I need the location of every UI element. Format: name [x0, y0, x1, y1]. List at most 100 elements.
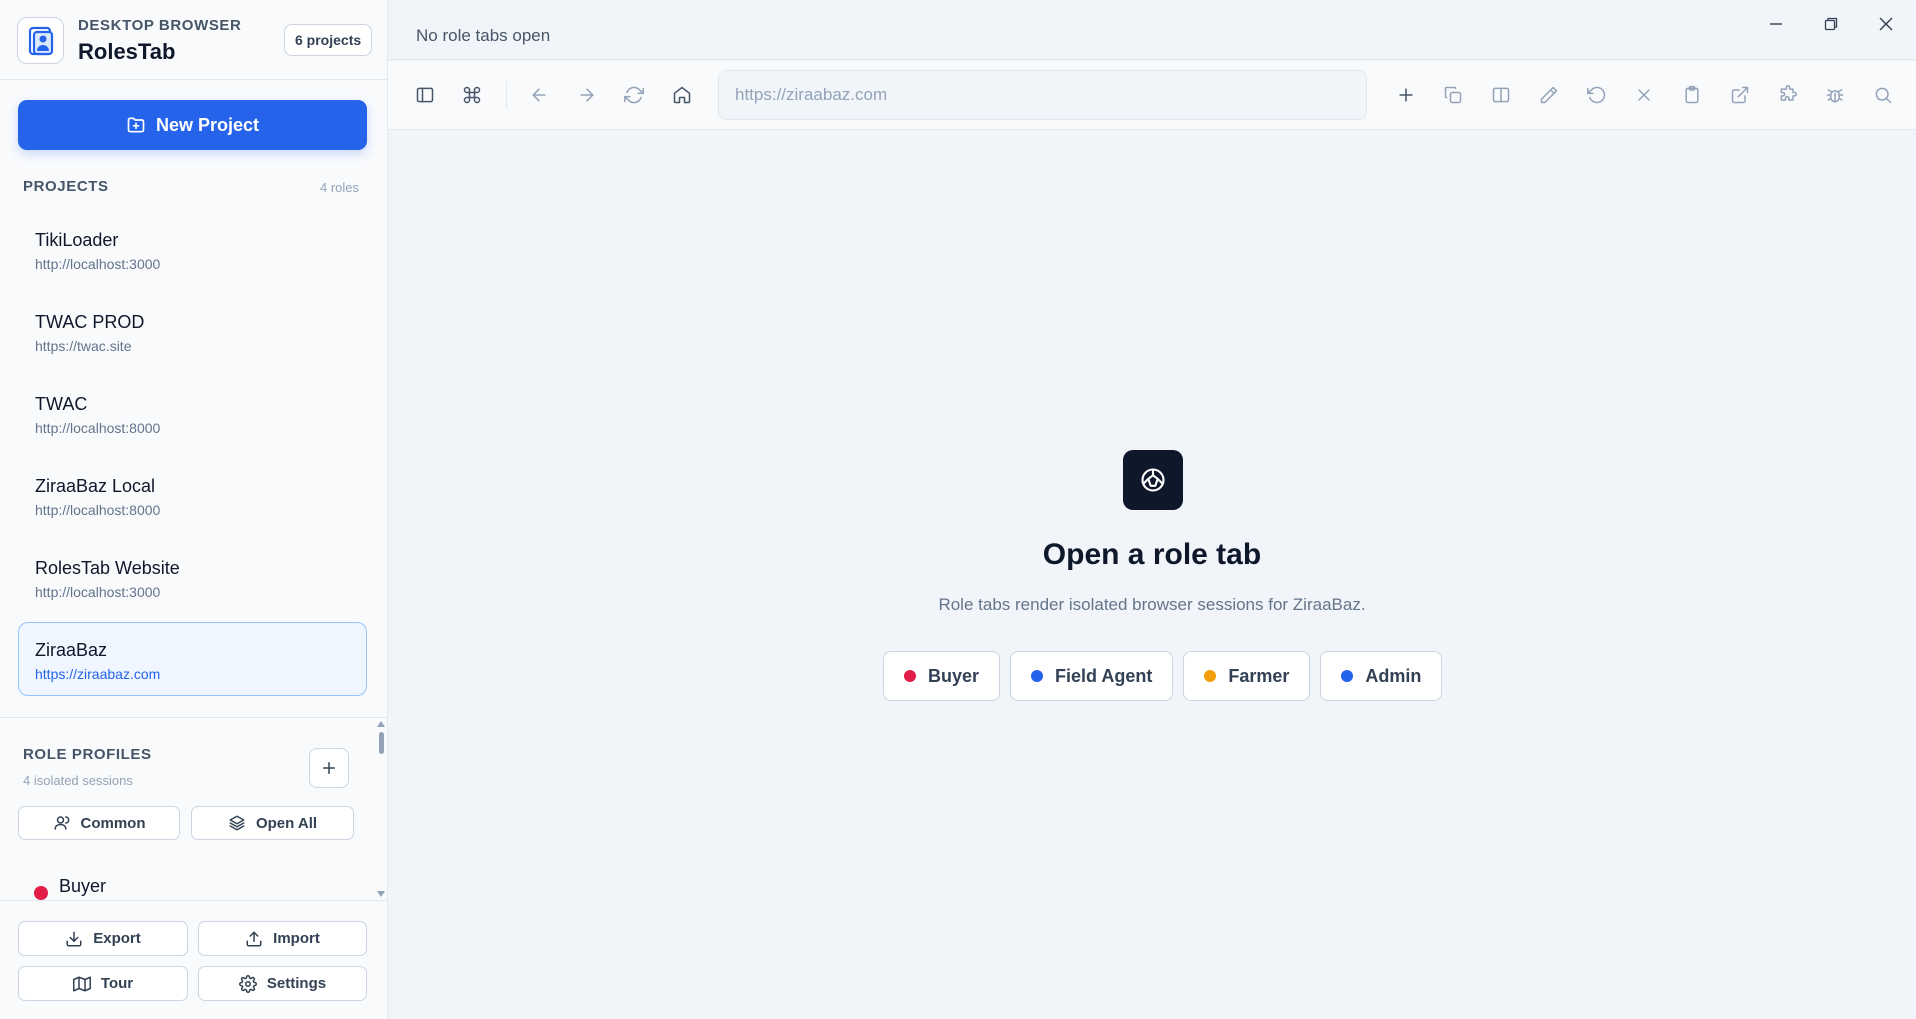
sidebar-icon	[416, 87, 434, 103]
command-palette-button[interactable]	[460, 83, 484, 107]
project-url: http://localhost:3000	[35, 584, 161, 600]
role-color-dot	[34, 886, 48, 900]
import-button[interactable]: Import	[198, 921, 367, 956]
duplicate-tab-button[interactable]	[1441, 83, 1465, 107]
project-name: ZiraaBaz Local	[35, 476, 156, 496]
sidebar-footer: Export Import Tour Settings	[0, 900, 387, 1019]
external-link-icon	[1731, 86, 1749, 104]
title-bar: No role tabs open	[388, 0, 1916, 60]
role-color-dot	[1204, 670, 1217, 682]
gear-icon	[238, 974, 257, 993]
open-all-label: Open All	[255, 814, 318, 832]
isolated-sessions-count: 4 isolated sessions	[23, 773, 133, 788]
open-role-field-agent-button[interactable]: Field Agent	[1010, 651, 1174, 701]
open-role-admin-button[interactable]: Admin	[1320, 651, 1443, 701]
app-name: RolesTab	[78, 39, 176, 64]
close-icon	[1879, 17, 1893, 31]
window-title: No role tabs open	[416, 26, 551, 45]
copy-icon	[1444, 86, 1462, 104]
empty-state: Open a role tab Role tabs render isolate…	[388, 130, 1916, 1019]
project-item-twac[interactable]: TWAC http://localhost:8000	[18, 376, 367, 450]
project-url: http://localhost:8000	[35, 420, 161, 436]
role-item-buyer[interactable]: Buyer	[34, 872, 106, 900]
import-label: Import	[273, 930, 320, 947]
project-url: http://localhost:8000	[35, 502, 161, 518]
minimize-button[interactable]	[1764, 12, 1788, 36]
role-chip-label: Farmer	[1228, 665, 1290, 686]
toggle-sidebar-button[interactable]	[413, 83, 437, 107]
projects-heading: PROJECTS	[23, 178, 109, 195]
extensions-button[interactable]	[1776, 83, 1800, 107]
close-window-button[interactable]	[1874, 12, 1898, 36]
settings-button[interactable]: Settings	[198, 966, 367, 1001]
export-button[interactable]: Export	[18, 921, 188, 956]
home-icon	[673, 86, 691, 104]
home-button[interactable]	[670, 83, 694, 107]
scroll-up-icon	[377, 721, 385, 727]
open-role-farmer-button[interactable]: Farmer	[1183, 651, 1311, 701]
role-color-dot	[904, 670, 916, 682]
search-button[interactable]	[1871, 83, 1895, 107]
project-item-twac-prod[interactable]: TWAC PROD https://twac.site	[18, 294, 367, 368]
project-item-tikiloader[interactable]: TikiLoader http://localhost:3000	[18, 212, 367, 286]
user-icon	[53, 814, 71, 832]
new-tab-button[interactable]	[1394, 83, 1418, 107]
map-icon	[72, 975, 91, 993]
devtools-button[interactable]	[1823, 83, 1847, 107]
sidebar: DESKTOP BROWSER RolesTab 6 projects New …	[0, 0, 388, 1019]
export-label: Export	[93, 930, 141, 947]
puzzle-icon	[1780, 85, 1798, 101]
new-project-button[interactable]: New Project	[18, 100, 367, 150]
restore-button[interactable]	[1819, 12, 1843, 36]
project-item-ziraabaz-local[interactable]: ZiraaBaz Local http://localhost:8000	[18, 458, 367, 532]
plus-icon	[320, 759, 338, 777]
tour-button[interactable]: Tour	[18, 966, 188, 1001]
minimize-icon	[1770, 23, 1782, 25]
search-icon	[1875, 87, 1892, 104]
folder-plus-icon	[126, 115, 146, 135]
globe-icon	[1123, 450, 1183, 510]
clipboard-button[interactable]	[1680, 83, 1704, 107]
settings-label: Settings	[266, 975, 327, 992]
command-icon	[463, 86, 481, 104]
forward-button[interactable]	[575, 83, 599, 107]
brand-header: DESKTOP BROWSER RolesTab 6 projects	[0, 0, 387, 80]
open-all-button[interactable]: Open All	[191, 806, 354, 840]
section-divider	[0, 717, 387, 718]
edit-button[interactable]	[1537, 83, 1561, 107]
arrow-right-icon	[580, 88, 594, 102]
project-item-rolestab-website[interactable]: RolesTab Website http://localhost:3000	[18, 540, 367, 614]
refresh-icon	[624, 86, 644, 104]
reload-button[interactable]	[622, 83, 646, 107]
restore-icon	[1824, 17, 1838, 31]
open-role-buyer-button[interactable]: Buyer	[883, 651, 1001, 701]
url-input[interactable]	[718, 70, 1367, 120]
new-project-label: New Project	[155, 114, 260, 135]
project-url: https://twac.site	[35, 338, 132, 354]
add-role-button[interactable]	[309, 748, 349, 788]
project-url: https://ziraabaz.com	[35, 666, 161, 682]
download-icon	[65, 930, 83, 948]
role-profiles-heading: ROLE PROFILES	[23, 746, 152, 763]
close-tab-button[interactable]	[1632, 83, 1656, 107]
back-button[interactable]	[527, 83, 551, 107]
scroll-down-icon	[377, 891, 385, 897]
empty-state-title: Open a role tab	[1042, 538, 1262, 571]
project-list: TikiLoader http://localhost:3000 TWAC PR…	[18, 212, 367, 704]
pencil-icon	[1540, 86, 1558, 104]
reset-session-button[interactable]	[1585, 83, 1609, 107]
x-icon	[1638, 89, 1650, 101]
split-view-button[interactable]	[1489, 83, 1513, 107]
open-external-button[interactable]	[1728, 83, 1752, 107]
role-name: Buyer	[59, 875, 107, 896]
role-color-dot	[1031, 670, 1044, 682]
roles-count: 4 roles	[320, 180, 360, 195]
project-url: http://localhost:3000	[35, 256, 161, 272]
project-name: ZiraaBaz	[35, 640, 108, 660]
common-button[interactable]: Common	[18, 806, 180, 840]
empty-state-subtitle: Role tabs render isolated browser sessio…	[938, 595, 1366, 614]
bug-icon	[1826, 89, 1844, 103]
scroll-thumb[interactable]	[379, 732, 384, 754]
project-item-ziraabaz[interactable]: ZiraaBaz https://ziraabaz.com	[18, 622, 367, 696]
role-list-scrollbar[interactable]	[376, 720, 386, 900]
